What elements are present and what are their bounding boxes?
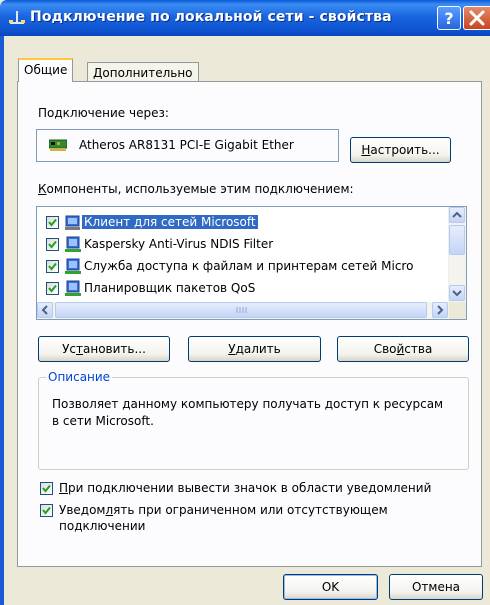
title-bar[interactable]: Подключение по локальной сети - свойства…: [0, 0, 490, 36]
tab-general-label: Общие: [24, 63, 68, 77]
install-button[interactable]: Установить...: [38, 336, 170, 362]
ok-button[interactable]: OK: [283, 574, 378, 600]
window-frame: [0, 36, 4, 605]
remove-label: далить: [235, 342, 281, 356]
install-accel: т: [76, 342, 83, 356]
remove-accel: У: [228, 342, 236, 356]
properties-button[interactable]: Свойства: [337, 336, 469, 362]
adapter-field: Atheros AR8131 PCI-E Gigabit Ether: [36, 129, 339, 162]
component-checkbox[interactable]: [46, 282, 59, 295]
network-card-icon: [48, 138, 68, 155]
list-item[interactable]: Клиент для сетей Microsoft: [37, 213, 447, 233]
scroll-down-button[interactable]: [449, 285, 465, 301]
svg-text:?: ?: [444, 9, 453, 28]
component-label: Kaspersky Anti-Virus NDIS Filter: [84, 237, 274, 251]
show-tray-icon-text: ри подключении вывести значок в области …: [68, 481, 432, 495]
component-label: Служба доступа к файлам и принтерам сете…: [84, 259, 414, 273]
show-tray-icon-accel: П: [59, 481, 69, 495]
scroll-up-button[interactable]: [449, 207, 465, 223]
description-title: Описание: [46, 370, 113, 384]
scroll-thumb[interactable]: [55, 302, 427, 318]
configure-label: астроить...: [370, 143, 440, 157]
component-label: Планировщик пакетов QoS: [84, 281, 256, 295]
install-label-a: Ус: [62, 342, 76, 356]
component-checkbox[interactable]: [46, 260, 59, 273]
remove-button[interactable]: Удалить: [188, 336, 321, 362]
list-item[interactable]: Служба доступа к файлам и принтерам сете…: [37, 257, 447, 277]
list-item[interactable]: Kaspersky Anti-Virus NDIS Filter: [37, 235, 447, 255]
show-tray-icon-label: При подключении вывести значок в области…: [59, 481, 431, 495]
list-item[interactable]: Планировщик пакетов QoS: [37, 279, 447, 299]
description-text: Позволяет данному компьютеру получать до…: [52, 397, 444, 428]
install-label-b: ановить...: [83, 342, 146, 356]
network-client-icon: [64, 214, 82, 232]
window-title: Подключение по локальной сети - свойства: [30, 9, 392, 25]
scroll-corner: [449, 302, 466, 319]
component-label: Клиент для сетей Microsoft: [82, 215, 258, 229]
properties-label-b: ства: [404, 342, 433, 356]
component-checkbox[interactable]: [46, 216, 59, 229]
chevron-down-icon: [452, 290, 462, 297]
chevron-right-icon: [437, 305, 444, 315]
help-button[interactable]: ?: [437, 6, 461, 30]
network-service-icon: [64, 236, 82, 254]
notify-accel: л: [105, 503, 114, 517]
close-icon: [469, 10, 485, 26]
scroll-left-button[interactable]: [37, 302, 53, 318]
grip-icon: [236, 307, 247, 313]
network-connection-icon: [8, 9, 26, 27]
scroll-right-button[interactable]: [432, 302, 448, 318]
notify-label: Уведомлять при ограниченном или отсутств…: [59, 503, 388, 517]
component-checkbox[interactable]: [46, 238, 59, 251]
cancel-button[interactable]: Отмена: [389, 574, 483, 600]
components-label-text: омпоненты, используемые этим подключение…: [46, 182, 354, 196]
chevron-up-icon: [452, 211, 462, 218]
notify-text-a: Уведом: [59, 503, 106, 517]
chevron-left-icon: [41, 305, 48, 315]
components-accel: К: [38, 182, 47, 196]
components-label: Компоненты, используемые этим подключени…: [38, 182, 354, 196]
network-service-icon: [64, 280, 82, 298]
tab-advanced-label: Дополнительно: [93, 66, 193, 80]
close-button[interactable]: [463, 6, 490, 30]
help-icon: ?: [444, 9, 453, 28]
properties-label-a: Сво: [373, 342, 397, 356]
notify-label-line2: подключении: [59, 519, 146, 533]
show-tray-icon-checkbox[interactable]: [40, 482, 53, 495]
adapter-name: Atheros AR8131 PCI-E Gigabit Ether: [79, 138, 294, 152]
vertical-scrollbar[interactable]: [448, 207, 466, 302]
connect-via-label: Подключение через:: [38, 106, 169, 120]
network-service-icon: [64, 258, 82, 276]
scroll-thumb[interactable]: [449, 225, 465, 255]
notify-checkbox[interactable]: [40, 504, 53, 517]
horizontal-scrollbar[interactable]: [37, 302, 449, 319]
notify-text-b: ять при ограниченном или отсутствующем: [113, 503, 388, 517]
configure-button[interactable]: Настроить...: [350, 137, 451, 163]
components-list[interactable]: Клиент для сетей Microsoft Kaspersky Ant…: [36, 206, 467, 320]
tab-general[interactable]: Общие: [18, 58, 74, 82]
